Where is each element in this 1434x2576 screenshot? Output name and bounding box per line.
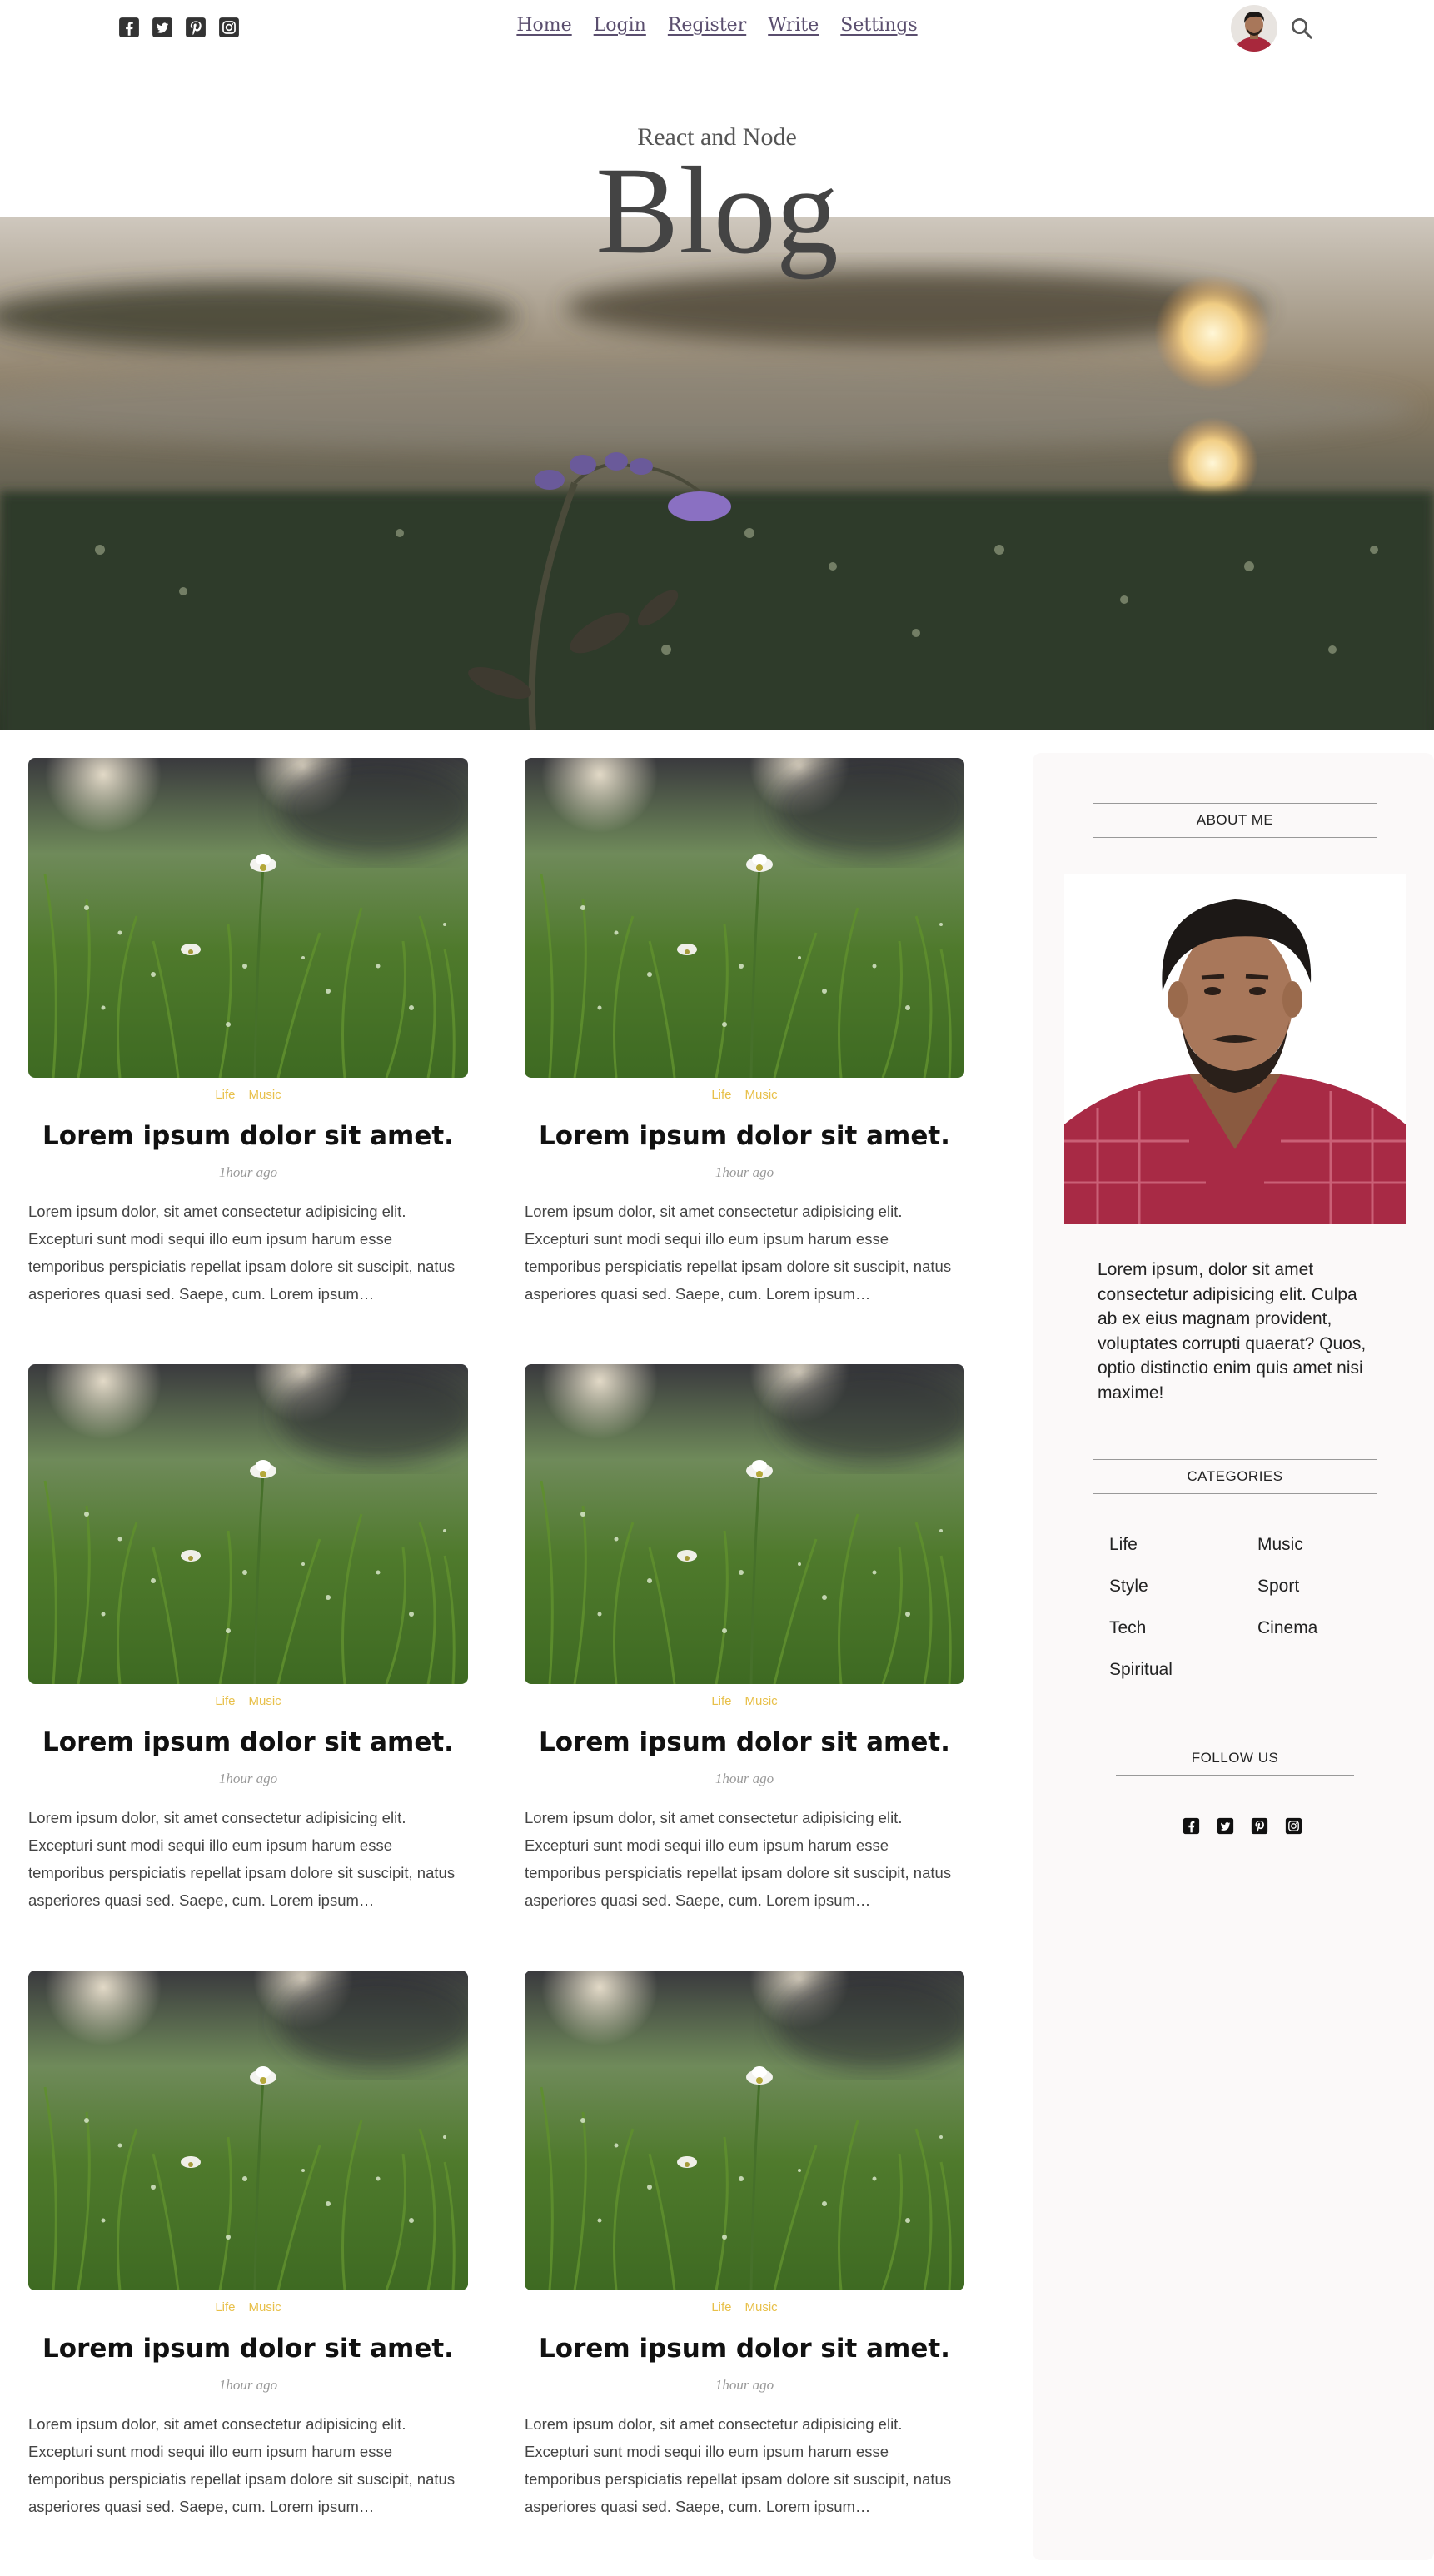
header-title: Blog bbox=[595, 142, 839, 280]
category-item[interactable]: Sport bbox=[1257, 1574, 1406, 1599]
pinterest-square-icon[interactable] bbox=[1251, 1817, 1268, 1835]
post-category[interactable]: Life bbox=[215, 2300, 235, 2319]
post-description: Lorem ipsum dolor, sit amet consectetur … bbox=[525, 1809, 952, 1909]
post-card[interactable]: Life Music Lorem ipsum dolor sit amet. 1… bbox=[525, 758, 964, 1308]
post-categories: Life Music bbox=[28, 1088, 468, 1106]
categories-title: CATEGORIES bbox=[1093, 1459, 1377, 1494]
nav-login-link[interactable]: Login bbox=[594, 15, 646, 36]
about-me-title: ABOUT ME bbox=[1093, 803, 1377, 838]
post-categories: Life Music bbox=[525, 1694, 964, 1712]
sidebar: ABOUT ME Lorem ipsum, dolor sit amet con… bbox=[1033, 753, 1434, 2560]
post-card[interactable]: Life Music Lorem ipsum dolor sit amet. 1… bbox=[525, 1971, 964, 2520]
post-title[interactable]: Lorem ipsum dolor sit amet. bbox=[28, 1726, 468, 1759]
nav-settings-link[interactable]: Settings bbox=[840, 15, 917, 36]
post-image[interactable] bbox=[28, 1364, 468, 1684]
post-card[interactable]: Life Music Lorem ipsum dolor sit amet. 1… bbox=[28, 758, 468, 1308]
avatar[interactable] bbox=[1231, 5, 1277, 52]
post-categories: Life Music bbox=[28, 2300, 468, 2319]
nav-write-link[interactable]: Write bbox=[768, 15, 819, 36]
post-title[interactable]: Lorem ipsum dolor sit amet. bbox=[28, 2332, 468, 2365]
post-category[interactable]: Music bbox=[745, 1694, 778, 1712]
post-date: 1hour ago bbox=[715, 1164, 774, 1180]
post-image[interactable] bbox=[28, 758, 468, 1078]
post-date: 1hour ago bbox=[218, 1771, 278, 1786]
facebook-square-icon[interactable] bbox=[1183, 1817, 1200, 1835]
about-me-text: Lorem ipsum, dolor sit amet consectetur … bbox=[1098, 1260, 1367, 1403]
post-category[interactable]: Music bbox=[745, 1088, 778, 1106]
post-category[interactable]: Life bbox=[711, 1088, 731, 1106]
post-card[interactable]: Life Music Lorem ipsum dolor sit amet. 1… bbox=[525, 1364, 964, 1914]
post-description: Lorem ipsum dolor, sit amet consectetur … bbox=[28, 2415, 456, 2515]
follow-us-title: FOLLOW US bbox=[1116, 1741, 1354, 1776]
about-me-photo bbox=[1064, 874, 1406, 1224]
nav-home-link[interactable]: Home bbox=[516, 15, 571, 36]
post-category[interactable]: Life bbox=[215, 1694, 235, 1712]
categories-list: Life Music Style Sport Tech Cinema Spiri… bbox=[1109, 1532, 1409, 1682]
top-bar: Home Login Register Write Settings bbox=[0, 0, 1434, 57]
category-item[interactable]: Spiritual bbox=[1109, 1657, 1257, 1682]
post-categories: Life Music bbox=[28, 1694, 468, 1712]
post-description: Lorem ipsum dolor, sit amet consectetur … bbox=[525, 1203, 952, 1303]
post-title[interactable]: Lorem ipsum dolor sit amet. bbox=[525, 2332, 964, 2365]
twitter-square-icon[interactable] bbox=[1217, 1817, 1234, 1835]
sidebar-social-icons bbox=[1183, 1817, 1302, 1835]
category-item[interactable]: Music bbox=[1257, 1532, 1406, 1557]
post-image[interactable] bbox=[525, 1364, 964, 1684]
post-title[interactable]: Lorem ipsum dolor sit amet. bbox=[525, 1119, 964, 1153]
post-category[interactable]: Music bbox=[745, 2300, 778, 2319]
post-category[interactable]: Music bbox=[249, 1088, 281, 1106]
nav-register-link[interactable]: Register bbox=[668, 15, 746, 36]
post-categories: Life Music bbox=[525, 1088, 964, 1106]
header-image bbox=[0, 217, 1434, 730]
category-item[interactable]: Tech bbox=[1109, 1616, 1257, 1641]
post-date: 1hour ago bbox=[218, 1164, 278, 1180]
search-icon[interactable] bbox=[1289, 16, 1314, 41]
category-item[interactable]: Cinema bbox=[1257, 1616, 1406, 1641]
category-item[interactable]: Style bbox=[1109, 1574, 1257, 1599]
post-card[interactable]: Life Music Lorem ipsum dolor sit amet. 1… bbox=[28, 1364, 468, 1914]
post-description: Lorem ipsum dolor, sit amet consectetur … bbox=[28, 1809, 456, 1909]
post-category[interactable]: Life bbox=[711, 2300, 731, 2319]
post-category[interactable]: Music bbox=[249, 1694, 281, 1712]
post-category[interactable]: Life bbox=[711, 1694, 731, 1712]
instagram-square-icon[interactable] bbox=[1285, 1817, 1302, 1835]
post-date: 1hour ago bbox=[218, 2377, 278, 2393]
post-image[interactable] bbox=[525, 1971, 964, 2290]
post-date: 1hour ago bbox=[715, 2377, 774, 2393]
category-item[interactable]: Life bbox=[1109, 1532, 1257, 1557]
post-title[interactable]: Lorem ipsum dolor sit amet. bbox=[525, 1726, 964, 1759]
post-categories: Life Music bbox=[525, 2300, 964, 2319]
top-nav: Home Login Register Write Settings bbox=[0, 15, 1434, 36]
post-category[interactable]: Life bbox=[215, 1088, 235, 1106]
post-image[interactable] bbox=[28, 1971, 468, 2290]
post-category[interactable]: Music bbox=[249, 2300, 281, 2319]
post-date: 1hour ago bbox=[715, 1771, 774, 1786]
post-card[interactable]: Life Music Lorem ipsum dolor sit amet. 1… bbox=[28, 1971, 468, 2520]
post-description: Lorem ipsum dolor, sit amet consectetur … bbox=[525, 2415, 952, 2515]
post-title[interactable]: Lorem ipsum dolor sit amet. bbox=[28, 1119, 468, 1153]
post-description: Lorem ipsum dolor, sit amet consectetur … bbox=[28, 1203, 456, 1303]
post-image[interactable] bbox=[525, 758, 964, 1078]
